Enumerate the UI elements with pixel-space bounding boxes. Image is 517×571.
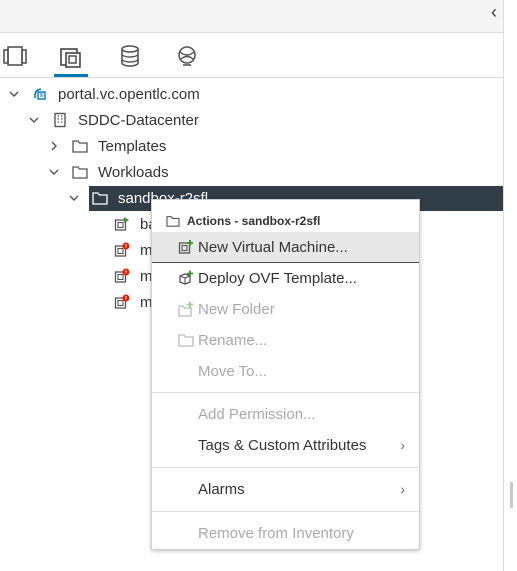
vm-alert-icon <box>114 294 130 310</box>
vm-running-icon <box>114 216 130 232</box>
menu-separator <box>152 392 419 393</box>
chevron-down-icon[interactable] <box>8 88 20 100</box>
menu-item-label: New Folder <box>198 300 275 318</box>
tree-node-vcenter[interactable]: portal.vc.opentlc.com <box>8 81 200 107</box>
menu-header: Actions - sandbox-r2sfl <box>166 213 320 229</box>
menu-item-move-to[interactable]: Move To... <box>152 356 419 386</box>
folder-icon <box>72 138 88 154</box>
menu-item-label: Alarms <box>198 480 245 498</box>
chevron-right-icon[interactable] <box>48 140 60 152</box>
menu-item-add-permission[interactable]: Add Permission... <box>152 399 419 429</box>
tree-node-label: Templates <box>98 137 167 155</box>
resize-handle[interactable] <box>510 482 513 508</box>
menu-item-new-vm[interactable]: New Virtual Machine... <box>152 232 419 263</box>
tab-vms-templates[interactable] <box>54 41 88 77</box>
tab-hosts-clusters[interactable] <box>0 41 32 71</box>
menu-item-label: Tags & Custom Attributes <box>198 436 367 454</box>
chevron-down-icon[interactable] <box>48 166 60 178</box>
menu-item-deploy-ovf[interactable]: Deploy OVF Template... <box>152 263 419 293</box>
menu-separator <box>152 467 419 468</box>
chevron-right-icon: › <box>400 481 405 497</box>
vms-templates-icon <box>60 47 81 68</box>
menu-header-label: Actions - sandbox-r2sfl <box>187 214 321 228</box>
chevron-down-icon[interactable] <box>28 114 40 126</box>
collapse-panel-button[interactable]: ‹ <box>486 3 502 21</box>
tab-networking[interactable] <box>170 41 204 71</box>
menu-item-label: Add Permission... <box>198 405 316 423</box>
menu-item-label: Deploy OVF Template... <box>198 269 357 287</box>
storage-icon <box>121 45 139 67</box>
new-folder-icon <box>178 301 194 317</box>
folder-icon <box>72 164 88 180</box>
context-menu: Actions - sandbox-r2sfl New Virtual Mach… <box>151 199 420 550</box>
folder-icon <box>166 215 180 227</box>
tree-node-label: portal.vc.opentlc.com <box>58 85 200 103</box>
menu-item-tags-attributes[interactable]: Tags & Custom Attributes › <box>152 430 419 460</box>
menu-item-remove-inventory[interactable]: Remove from Inventory <box>152 518 419 548</box>
tree-node-templates[interactable]: Templates <box>48 133 166 159</box>
vm-alert-icon <box>114 242 130 258</box>
tree-node-vm[interactable]: m <box>114 289 153 315</box>
vcenter-icon <box>32 86 48 102</box>
top-bar: ‹ <box>0 0 503 33</box>
menu-item-new-folder[interactable]: New Folder <box>152 294 419 324</box>
menu-item-label: Move To... <box>198 362 267 380</box>
vm-alert-icon <box>114 268 130 284</box>
menu-item-label: New Virtual Machine... <box>198 238 348 256</box>
tree-node-workloads[interactable]: Workloads <box>48 159 169 185</box>
menu-item-label: Remove from Inventory <box>198 524 354 542</box>
menu-item-label: Rename... <box>198 331 268 349</box>
networking-icon <box>178 46 196 66</box>
tree-node-datacenter[interactable]: SDDC-Datacenter <box>28 107 199 133</box>
new-vm-icon <box>178 239 194 255</box>
inventory-tabs <box>0 33 503 78</box>
menu-item-rename[interactable]: Rename... <box>152 325 419 355</box>
tab-storage[interactable] <box>113 41 147 71</box>
tree-node-vm[interactable]: m <box>114 237 153 263</box>
tree-node-label: SDDC-Datacenter <box>78 111 199 129</box>
folder-icon <box>178 332 194 348</box>
panel-divider <box>503 0 504 571</box>
chevron-right-icon: › <box>400 437 405 453</box>
chevron-down-icon[interactable] <box>68 192 80 204</box>
folder-icon <box>92 190 108 206</box>
hosts-clusters-icon <box>3 46 27 66</box>
tree-node-label: Workloads <box>98 163 169 181</box>
datacenter-icon <box>52 112 68 128</box>
menu-item-alarms[interactable]: Alarms › <box>152 474 419 504</box>
menu-separator <box>152 511 419 512</box>
tree-node-vm[interactable]: m <box>114 263 153 289</box>
deploy-ovf-icon <box>178 270 194 286</box>
